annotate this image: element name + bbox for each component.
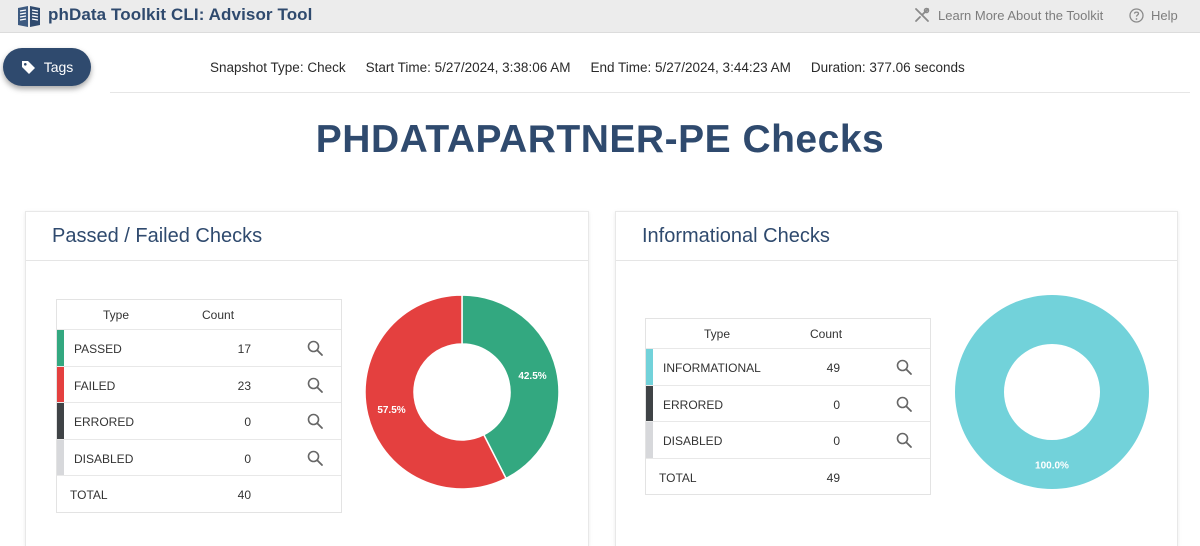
- donut-label-informational: 100.0%: [1035, 461, 1069, 472]
- row-label: ERRORED: [663, 397, 724, 412]
- book-logo-icon: [18, 6, 40, 27]
- passed-failed-panel: Passed / Failed Checks Type Count PASSED…: [25, 211, 589, 546]
- help-circle-icon: [1129, 7, 1144, 23]
- page-title: PHDATAPARTNER-PE Checks: [315, 118, 885, 161]
- row-label: FAILED: [74, 378, 116, 393]
- row-count: 0: [833, 397, 840, 412]
- search-icon[interactable]: [895, 358, 913, 376]
- count-column-header: Count: [202, 308, 235, 322]
- type-column-header: Type: [704, 327, 731, 341]
- disabled-swatch: [646, 422, 653, 458]
- tools-icon: [915, 7, 930, 22]
- learn-more-label: Learn More About the Toolkit: [938, 7, 1104, 23]
- table-header: Type Count: [646, 319, 930, 348]
- table-row-disabled: DISABLED 0: [646, 421, 930, 458]
- row-count: 0: [244, 415, 251, 429]
- row-label: DISABLED: [663, 434, 723, 448]
- search-icon[interactable]: [895, 395, 913, 413]
- row-count: 49: [826, 361, 840, 375]
- search-icon[interactable]: [895, 431, 913, 449]
- table-row-total: TOTAL 40: [57, 475, 341, 512]
- type-column-header: Type: [103, 308, 130, 322]
- passed-failed-table: Type Count PASSED 17 FAILED 23 ERRORED 0…: [56, 299, 342, 513]
- informational-donut-chart: 100.0%: [955, 295, 1149, 489]
- table-row-total: TOTAL 49: [646, 457, 930, 495]
- failed-swatch: [57, 366, 64, 402]
- tags-button[interactable]: Tags: [3, 48, 91, 86]
- informational-swatch: [646, 349, 653, 385]
- tags-label: Tags: [43, 59, 74, 75]
- table-row-passed: PASSED 17: [57, 329, 341, 366]
- passed-failed-donut-chart: 42.5% 57.5%: [364, 294, 560, 490]
- panel-divider: [26, 260, 588, 261]
- passed-swatch: [57, 330, 64, 366]
- row-count: 23: [237, 378, 251, 393]
- row-count: 0: [244, 451, 251, 466]
- snapshot-end-time: End Time: 5/27/2024, 3:44:23 AM: [590, 60, 791, 75]
- donut-label-passed: 42.5%: [518, 371, 546, 382]
- donut-label-failed: 57.5%: [377, 405, 405, 416]
- panel-divider: [616, 260, 1177, 261]
- snapshot-duration: Duration: 377.06 seconds: [810, 60, 965, 75]
- snapshot-info: Snapshot Type: Check Start Time: 5/27/20…: [210, 60, 965, 78]
- help-label: Help: [1151, 7, 1178, 23]
- help-link[interactable]: Help: [1129, 6, 1178, 24]
- top-bar: phData Toolkit CLI: Advisor Tool Learn M…: [0, 0, 1200, 33]
- row-label: DISABLED: [74, 451, 134, 466]
- row-count: 0: [833, 434, 840, 448]
- search-icon[interactable]: [306, 449, 324, 467]
- table-row-informational: INFORMATIONAL 49: [646, 348, 930, 385]
- snapshot-divider: [110, 92, 1190, 93]
- total-label: TOTAL: [659, 470, 697, 485]
- app-title: phData Toolkit CLI: Advisor Tool: [48, 5, 313, 24]
- snapshot-start-time: Start Time: 5/27/2024, 3:38:06 AM: [365, 60, 571, 75]
- informational-title: Informational Checks: [642, 225, 830, 247]
- total-label: TOTAL: [70, 488, 108, 502]
- row-count: 17: [237, 342, 251, 356]
- count-column-header: Count: [810, 327, 843, 341]
- total-count: 40: [237, 488, 251, 502]
- row-label: PASSED: [74, 342, 122, 356]
- informational-table: Type Count INFORMATIONAL 49 ERRORED 0 DI…: [645, 318, 931, 495]
- table-row-disabled: DISABLED 0: [57, 438, 341, 475]
- errored-swatch: [57, 403, 64, 439]
- table-row-errored: ERRORED 0: [646, 384, 930, 421]
- search-icon[interactable]: [306, 339, 324, 357]
- total-count: 49: [826, 470, 840, 485]
- disabled-swatch: [57, 439, 64, 475]
- table-row-failed: FAILED 23: [57, 365, 341, 402]
- search-icon[interactable]: [306, 376, 324, 394]
- search-icon[interactable]: [306, 412, 324, 430]
- snapshot-type: Snapshot Type: Check: [210, 60, 346, 75]
- informational-panel: Informational Checks Type Count INFORMAT…: [615, 211, 1178, 546]
- table-row-errored: ERRORED 0: [57, 402, 341, 439]
- passed-failed-title: Passed / Failed Checks: [52, 225, 263, 247]
- tag-icon: [21, 60, 35, 74]
- row-label: INFORMATIONAL: [663, 361, 761, 375]
- table-header: Type Count: [57, 300, 341, 329]
- errored-swatch: [646, 385, 653, 421]
- row-label: ERRORED: [74, 415, 135, 429]
- learn-more-link[interactable]: Learn More About the Toolkit: [914, 6, 1103, 24]
